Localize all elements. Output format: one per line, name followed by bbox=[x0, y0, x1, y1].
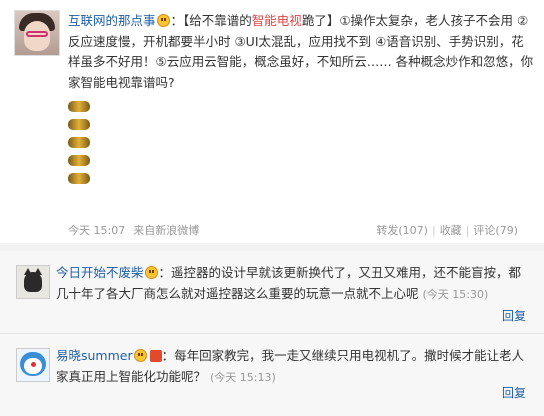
comment-button[interactable]: 评论(79) bbox=[473, 224, 518, 237]
smiley-emoji-icon bbox=[133, 349, 147, 362]
post-meta: 今天 15:07 来自新浪微博 bbox=[68, 222, 199, 238]
comment-item: 今日开始不废柴 ：遥控器的设计早就该更新换代了，又丑又难用，还不能盲按，都几十年了… bbox=[0, 251, 544, 333]
reply-button[interactable]: 回复 bbox=[502, 307, 526, 324]
commenter-avatar[interactable] bbox=[16, 265, 50, 299]
commenter-avatar[interactable] bbox=[16, 348, 50, 382]
topic-link[interactable]: 智能电视 bbox=[252, 13, 302, 28]
post-actions: 转发(107) | 收藏 | 评论(79) bbox=[376, 224, 518, 237]
comment-time: (今天 15:30) bbox=[422, 287, 489, 301]
comment-item: 易晓summer ：每年回家教完，我一走又继续只用电视机了。撒时候才能让老人家真正… bbox=[0, 333, 544, 416]
repost-button[interactable]: 转发(107) bbox=[376, 224, 428, 237]
post-source-link[interactable]: 来自新浪微博 bbox=[133, 224, 199, 237]
post-time[interactable]: 今天 15:07 bbox=[68, 224, 125, 237]
commenter-name-link[interactable]: 易晓summer bbox=[56, 348, 133, 363]
comment-text: 易晓summer ：每年回家教完，我一走又继续只用电视机了。撒时候才能让老人家真正… bbox=[56, 346, 530, 388]
smiley-emoji-icon bbox=[156, 14, 170, 27]
vip-badge-icon[interactable] bbox=[149, 350, 162, 362]
reply-button[interactable]: 回复 bbox=[502, 384, 526, 401]
post-text: 互联网的那点事 ：【给不靠谱的智能电视跪了】①操作太复杂，老人孩子不会用 ②反应速… bbox=[68, 11, 534, 93]
smiley-emoji-icon bbox=[144, 266, 158, 279]
site-watermark bbox=[526, 312, 542, 392]
section-divider bbox=[0, 243, 544, 251]
comment-text: 今日开始不废柴 ：遥控器的设计早就该更新换代了，又丑又难用，还不能盲按，都几十年了… bbox=[56, 263, 530, 305]
main-post: 互联网的那点事 ：【给不靠谱的智能电视跪了】①操作太复杂，老人孩子不会用 ②反应速… bbox=[0, 0, 544, 243]
commenter-name-link[interactable]: 今日开始不废柴 bbox=[56, 265, 144, 280]
post-body-part1: 【给不靠谱的 bbox=[183, 13, 252, 28]
gif-animation-icon[interactable] bbox=[68, 101, 96, 191]
post-colon: ： bbox=[170, 13, 184, 28]
comment-time: (今天 15:13) bbox=[210, 370, 276, 384]
author-avatar[interactable] bbox=[14, 10, 60, 56]
favorite-button[interactable]: 收藏 bbox=[440, 224, 462, 237]
post-author-link[interactable]: 互联网的那点事 bbox=[68, 13, 156, 28]
